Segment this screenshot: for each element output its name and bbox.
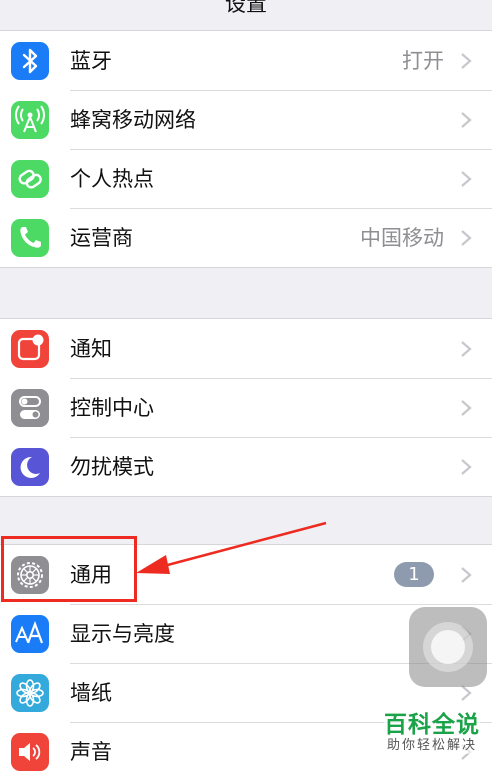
chevron-right-icon	[461, 53, 472, 69]
phone-icon	[11, 219, 49, 257]
settings-group-connectivity: 蓝牙 打开 蜂窝移动网络 个人热点 运营商 中国移动	[0, 30, 492, 268]
settings-row-label: 蓝牙	[70, 49, 112, 73]
settings-row-bluetooth[interactable]: 蓝牙 打开	[0, 31, 492, 90]
wallpaper-flower-icon	[11, 674, 49, 712]
watermark-title: 百科全说	[384, 712, 480, 738]
bluetooth-icon	[11, 42, 49, 80]
hotspot-chain-icon	[11, 160, 49, 198]
highlight-box	[1, 536, 137, 602]
settings-group-notifications: 通知 控制中心 勿扰模式	[0, 318, 492, 497]
settings-row-cellular[interactable]: 蜂窝移动网络	[0, 90, 492, 149]
chevron-right-icon	[461, 567, 472, 583]
settings-row-label: 蜂窝移动网络	[70, 108, 196, 132]
assistive-touch-button[interactable]	[409, 607, 487, 687]
settings-row-label: 显示与亮度	[70, 622, 175, 646]
settings-row-control-center[interactable]: 控制中心	[0, 378, 492, 437]
settings-row-label: 个人热点	[70, 167, 154, 191]
settings-row-do-not-disturb[interactable]: 勿扰模式	[0, 437, 492, 496]
settings-row-carrier[interactable]: 运营商 中国移动	[0, 208, 492, 267]
settings-row-value: 中国移动	[360, 226, 444, 250]
speaker-icon	[11, 733, 49, 771]
control-center-toggles-icon	[11, 389, 49, 427]
page-title: 设置	[225, 0, 267, 16]
settings-row-label: 墙纸	[70, 681, 112, 705]
chevron-right-icon	[461, 459, 472, 475]
settings-row-notifications[interactable]: 通知	[0, 319, 492, 378]
settings-row-value: 打开	[402, 49, 444, 73]
chevron-right-icon	[461, 400, 472, 416]
settings-row-hotspot[interactable]: 个人热点	[0, 149, 492, 208]
chevron-right-icon	[461, 171, 472, 187]
settings-row-label: 声音	[70, 740, 112, 764]
moon-icon	[11, 448, 49, 486]
update-count-badge: 1	[394, 562, 434, 587]
cellular-antenna-icon	[11, 101, 49, 139]
pointer-arrow-icon	[136, 521, 327, 574]
text-size-aa-icon	[11, 615, 49, 653]
watermark: 百科全说 助你轻松解决	[384, 712, 480, 754]
notifications-icon	[11, 330, 49, 368]
settings-row-label: 勿扰模式	[70, 455, 154, 479]
settings-row-label: 运营商	[70, 226, 133, 250]
settings-row-label: 通知	[70, 337, 112, 361]
assistive-touch-inner-ring	[431, 630, 465, 664]
settings-row-label: 控制中心	[70, 396, 154, 420]
chevron-right-icon	[461, 230, 472, 246]
watermark-subtitle: 助你轻松解决	[386, 738, 477, 753]
chevron-right-icon	[461, 341, 472, 357]
chevron-right-icon	[461, 112, 472, 128]
